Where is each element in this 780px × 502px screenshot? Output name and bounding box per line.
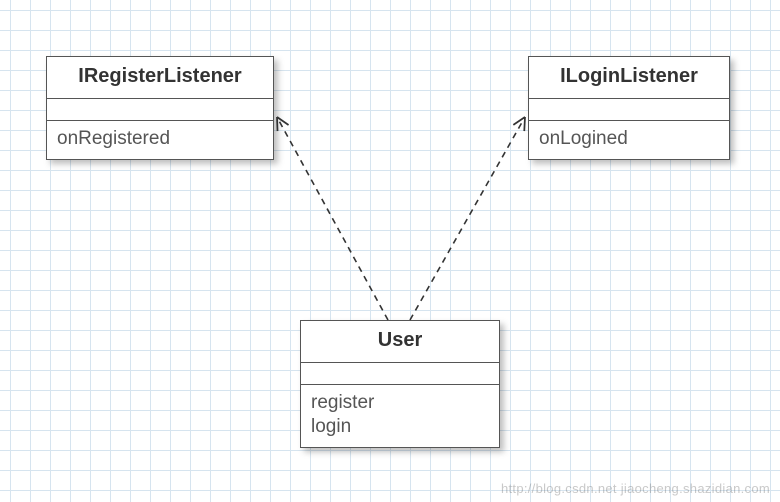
dependency-user-to-iloginlistener [410, 117, 525, 320]
class-methods: register login [301, 385, 499, 447]
class-title: IRegisterListener [47, 57, 273, 99]
method: register [311, 391, 489, 415]
class-title: User [301, 321, 499, 363]
method: login [311, 415, 489, 439]
method: onRegistered [57, 127, 263, 151]
class-user: User register login [300, 320, 500, 448]
class-methods: onRegistered [47, 121, 273, 159]
class-methods: onLogined [529, 121, 729, 159]
class-iregisterlistener: IRegisterListener onRegistered [46, 56, 274, 160]
class-title: ILoginListener [529, 57, 729, 99]
watermark: http://blog.csdn.net jiaocheng.shazidian… [501, 481, 770, 496]
class-attributes [301, 363, 499, 385]
dependency-user-to-iregisterlistener [277, 117, 388, 320]
class-attributes [47, 99, 273, 121]
class-attributes [529, 99, 729, 121]
class-iloginlistener: ILoginListener onLogined [528, 56, 730, 160]
method: onLogined [539, 127, 719, 151]
